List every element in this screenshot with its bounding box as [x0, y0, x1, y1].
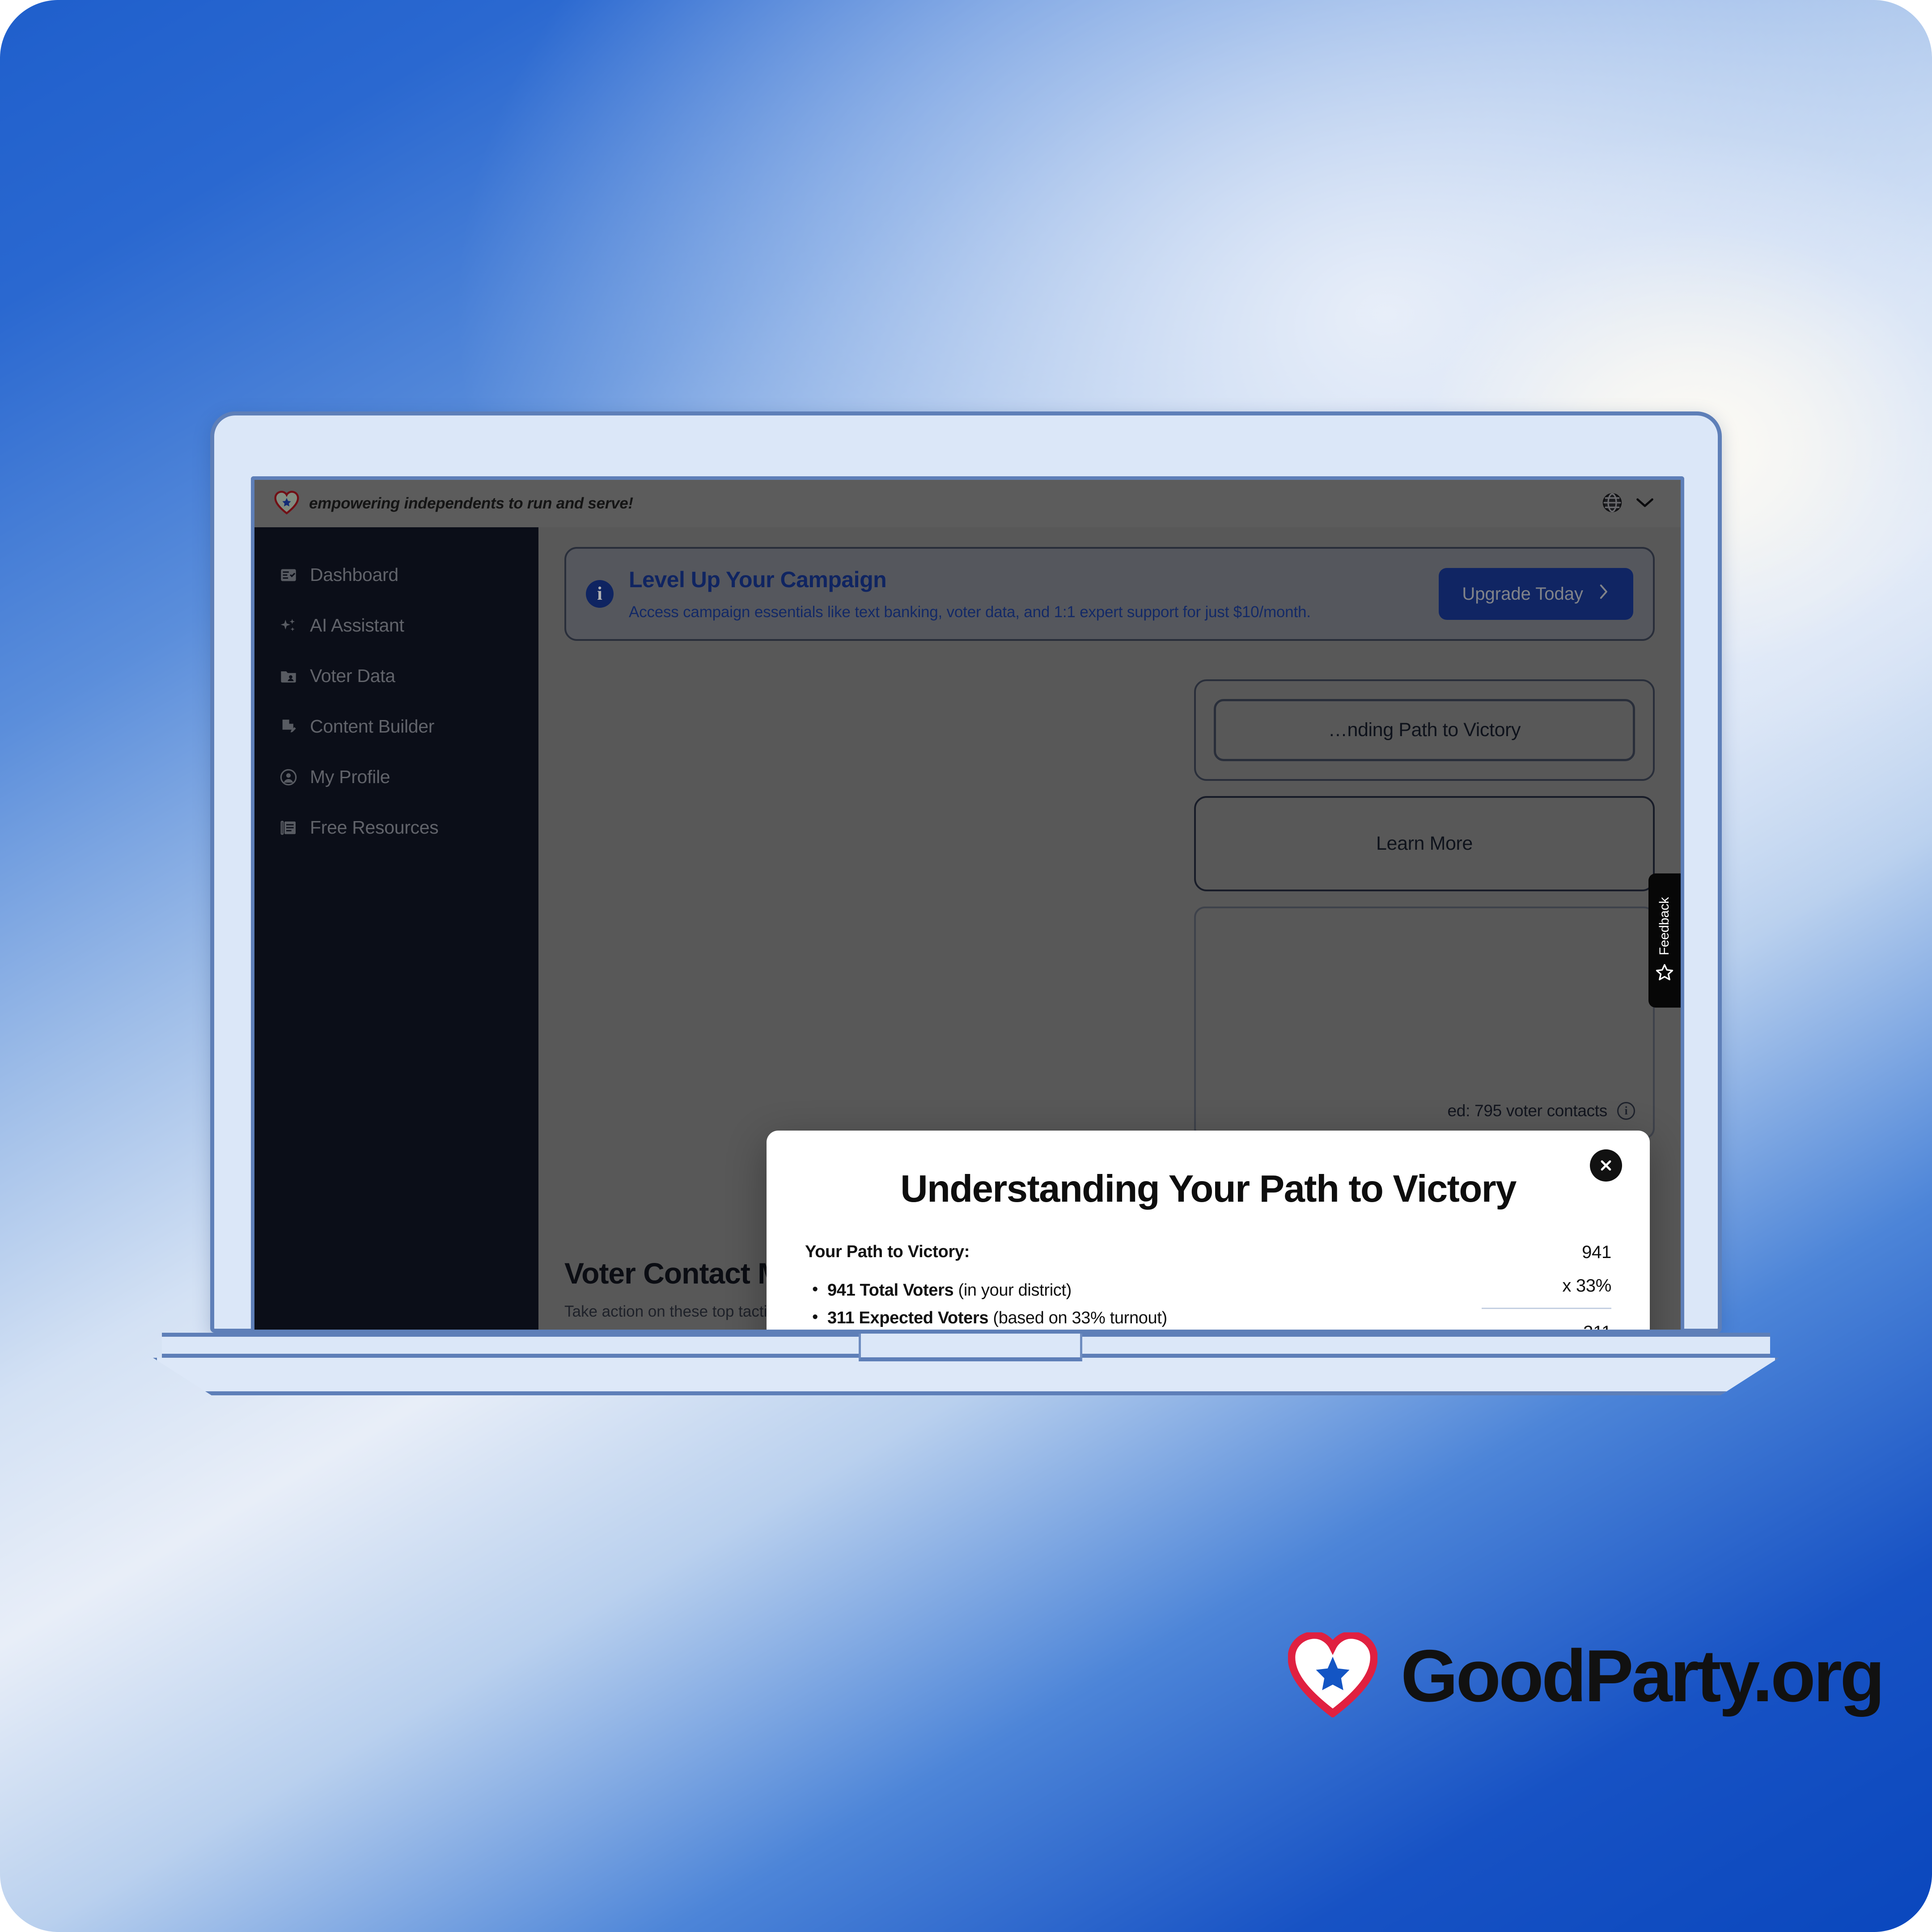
application-window: empowering independents to run and serve… — [254, 480, 1681, 1330]
poster-canvas: empowering independents to run and serve… — [0, 0, 1932, 1932]
list-item-bold: 941 Total Voters — [827, 1281, 954, 1300]
laptop-lid: empowering independents to run and serve… — [210, 411, 1722, 1333]
laptop-base-notch — [859, 1334, 1082, 1361]
laptop-base-bottom — [153, 1358, 1779, 1395]
calc-value: 941 — [1582, 1242, 1611, 1262]
list-item: 311 Expected Voters (based on 33% turnou… — [805, 1304, 1464, 1330]
feedback-tab-label: Feedback — [1657, 897, 1672, 956]
goodparty-wordmark: GoodParty.org — [1401, 1635, 1885, 1717]
list-item-rest: (based on 33% turnout) — [988, 1308, 1167, 1327]
feedback-tab[interactable]: Feedback — [1648, 873, 1681, 1008]
calc-operator: x 33% — [1562, 1276, 1611, 1296]
close-icon[interactable] — [1590, 1149, 1622, 1182]
calc-divider — [1482, 1308, 1611, 1309]
calc-value: 311 — [1482, 1322, 1611, 1330]
modal-body: Your Path to Victory: 941 Total Voters (… — [805, 1242, 1611, 1330]
star-icon — [1655, 963, 1674, 984]
laptop-mockup: empowering independents to run and serve… — [153, 411, 1779, 1413]
section-1-heading: Your Path to Victory: — [805, 1242, 970, 1261]
section-1-list: 941 Total Voters (in your district) 311 … — [805, 1276, 1464, 1330]
laptop-screen: empowering independents to run and serve… — [251, 476, 1684, 1330]
list-item-rest: (in your district) — [953, 1281, 1072, 1300]
modal-calculation-column: 941 x 33% 311 x 50% 159 x 5 795 — [1482, 1242, 1611, 1330]
list-item-bold: 311 Expected Voters — [827, 1308, 989, 1327]
path-to-victory-modal: Understanding Your Path to Victory Your … — [767, 1131, 1650, 1330]
heart-star-logo-icon — [1288, 1631, 1378, 1720]
list-item: 941 Total Voters (in your district) — [805, 1276, 1464, 1305]
modal-explanation-column: Your Path to Victory: 941 Total Voters (… — [805, 1242, 1482, 1330]
modal-title: Understanding Your Path to Victory — [900, 1168, 1517, 1210]
goodparty-logo-lockup: GoodParty.org — [1288, 1631, 1885, 1720]
